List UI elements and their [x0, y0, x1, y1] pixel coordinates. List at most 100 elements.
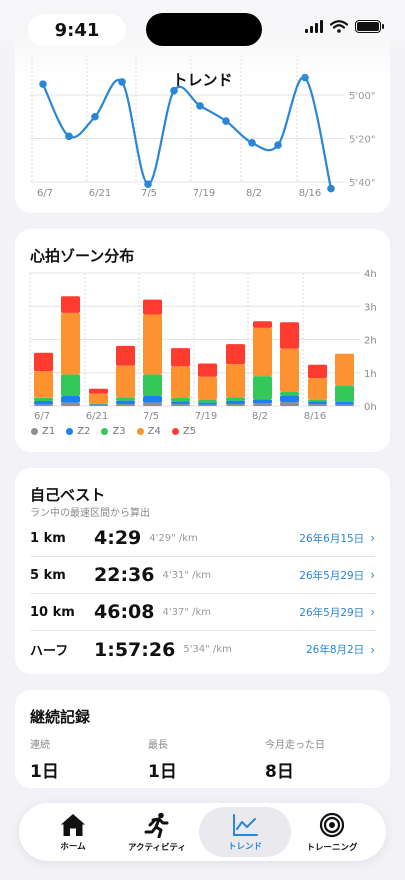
zone-y-tick: 2h — [364, 336, 377, 347]
zone-bar-segment-z1 — [253, 403, 272, 406]
zone-bar-segment-z4 — [61, 312, 80, 375]
pb-row-half[interactable]: ハーフ 1:57:26 5'34" /km 26年8月2日 › — [30, 631, 375, 668]
zone-bar-segment-z2 — [308, 401, 327, 405]
zone-bar-segment-z1 — [226, 404, 245, 406]
zone-x-tick: 6/7 — [34, 411, 50, 422]
zone-bar-segment-z1 — [89, 405, 108, 406]
zone-bar-segment-z5 — [253, 321, 272, 328]
pb-date-link[interactable]: 26年5月29日 — [299, 605, 364, 620]
zone-bar-segment-z5 — [198, 363, 217, 377]
zone-bar-segment-z4 — [116, 365, 135, 398]
zone-bar-segment-z5 — [61, 296, 80, 313]
pb-row-10km[interactable]: 10 km 46:08 4'37" /km 26年5月29日 › — [30, 594, 375, 631]
tab-home[interactable]: ホーム — [27, 807, 119, 857]
trend-x-tick: 8/16 — [299, 188, 321, 199]
zone-bar-segment-z3 — [61, 374, 80, 397]
zone-bar-segment-z1 — [198, 404, 217, 406]
zone-x-tick: 7/5 — [143, 411, 159, 422]
trend-point — [144, 180, 152, 188]
zone-bar-segment-z1 — [143, 402, 162, 406]
zone-bar-segment-z3 — [89, 403, 108, 405]
legend-z2: Z2 — [66, 426, 90, 437]
heart-zone-stacked-bar-chart[interactable]: 0h 1h 2h 3h 4h 6/7 6/21 7/5 7/19 8/2 8/16 — [15, 229, 390, 424]
pb-time: 46:08 — [94, 601, 155, 623]
zone-bar-segment-z1 — [280, 402, 299, 406]
zone-bar-segment-z2 — [116, 400, 135, 405]
pb-date-link[interactable]: 26年6月15日 — [299, 531, 364, 546]
zone-bar-segment-z2 — [253, 399, 272, 404]
trend-point — [196, 102, 204, 110]
zone-y-tick: 1h — [364, 369, 377, 380]
trend-point — [91, 112, 99, 121]
zone-bar-segment-z1 — [171, 404, 190, 406]
pb-date-link[interactable]: 26年5月29日 — [299, 568, 364, 583]
legend-z1: Z1 — [31, 426, 55, 437]
tab-bar: ホーム アクティビティ トレンド トレーニング — [19, 803, 386, 861]
zone-bar-segment-z3 — [143, 374, 162, 397]
dynamic-island — [146, 13, 262, 46]
chevron-right-icon: › — [370, 531, 375, 545]
zone-bar-segment-z2 — [280, 395, 299, 403]
trend-point — [222, 117, 230, 125]
personal-best-title: 自己ベスト — [30, 486, 106, 504]
tab-training[interactable]: トレーニング — [286, 807, 378, 857]
zone-bar-segment-z3 — [308, 399, 327, 402]
cellular-signal-icon — [305, 20, 323, 33]
pb-row-5km[interactable]: 5 km 22:36 4'31" /km 26年5月29日 › — [30, 557, 375, 594]
heart-zone-card[interactable]: 心拍ゾーン分布 0h 1h 2h 3h 4h 6/7 6/21 7/5 7/19 8/2 8/16 … — [15, 229, 390, 452]
legend-z3: Z3 — [101, 426, 126, 437]
zone-bar-segment-z3 — [335, 385, 354, 403]
streak-value: 1日 — [148, 762, 177, 782]
pb-pace: 5'34" /km — [183, 644, 232, 655]
zone-x-tick: 7/19 — [195, 411, 217, 422]
pb-row-1km[interactable]: 1 km 4:29 4'29" /km 26年6月15日 › — [30, 520, 375, 557]
zone-bar-segment-z2 — [198, 402, 217, 405]
pb-pace: 4'37" /km — [162, 606, 211, 618]
streak-card: 継続記録 連続 1日 最長 1日 今月走った日 8日 — [15, 690, 390, 788]
house-icon — [61, 813, 85, 836]
trend-x-tick: 8/2 — [246, 188, 262, 199]
streak-month-days: 今月走った日 8日 — [265, 736, 325, 782]
chevron-right-icon: › — [370, 605, 375, 619]
streak-label: 今月走った日 — [265, 740, 325, 751]
zone-bar-segment-z2 — [34, 401, 53, 405]
zone-x-tick: 6/21 — [86, 411, 108, 422]
trend-y-tick: 5'40" — [349, 178, 375, 189]
zone-bar-segment-z1 — [116, 404, 135, 406]
zone-bar-segment-z4 — [335, 353, 354, 386]
tab-trend[interactable]: トレンド — [199, 807, 291, 857]
zone-bar-segment-z5 — [171, 348, 190, 367]
zone-bar-segment-z2 — [171, 401, 190, 405]
trend-x-tick: 6/7 — [37, 188, 53, 199]
chevron-right-icon: › — [370, 642, 375, 657]
zone-bar-segment-z4 — [198, 376, 217, 401]
tab-label: トレンド — [227, 841, 262, 852]
trend-point — [65, 132, 73, 141]
streak-current: 連続 1日 — [30, 736, 59, 782]
personal-best-subtitle: ラン中の最速区間から算出 — [30, 508, 150, 519]
battery-icon — [355, 20, 384, 33]
pb-distance: 1 km — [30, 530, 66, 546]
tab-activity[interactable]: アクティビティ — [111, 807, 203, 857]
zone-bar-segment-z2 — [226, 400, 245, 405]
trend-point — [248, 139, 256, 147]
zone-bar-segment-z3 — [280, 392, 299, 396]
pb-distance: 10 km — [30, 604, 75, 620]
trend-point — [274, 141, 282, 149]
wifi-icon — [330, 20, 348, 33]
zone-bar-segment-z1 — [61, 402, 80, 406]
zone-y-tick: 4h — [364, 269, 377, 280]
streak-value: 8日 — [265, 762, 294, 782]
streak-longest: 最長 1日 — [148, 736, 177, 782]
zone-legend: Z1 Z2 Z3 Z4 Z5 — [31, 426, 196, 437]
streak-label: 連続 — [30, 740, 50, 751]
pb-date-link[interactable]: 26年8月2日 — [306, 642, 364, 657]
status-time: 9:41 — [28, 14, 126, 46]
pb-time: 1:57:26 — [94, 638, 176, 661]
zone-y-tick: 3h — [364, 302, 377, 313]
zone-bar-segment-z3 — [116, 397, 135, 401]
zone-bar-segment-z2 — [335, 402, 354, 405]
personal-best-card: 自己ベスト ラン中の最速区間から算出 1 km 4:29 4'29" /km 2… — [15, 468, 390, 674]
zone-x-tick: 8/16 — [304, 411, 326, 422]
zone-bar-segment-z1 — [34, 404, 53, 406]
